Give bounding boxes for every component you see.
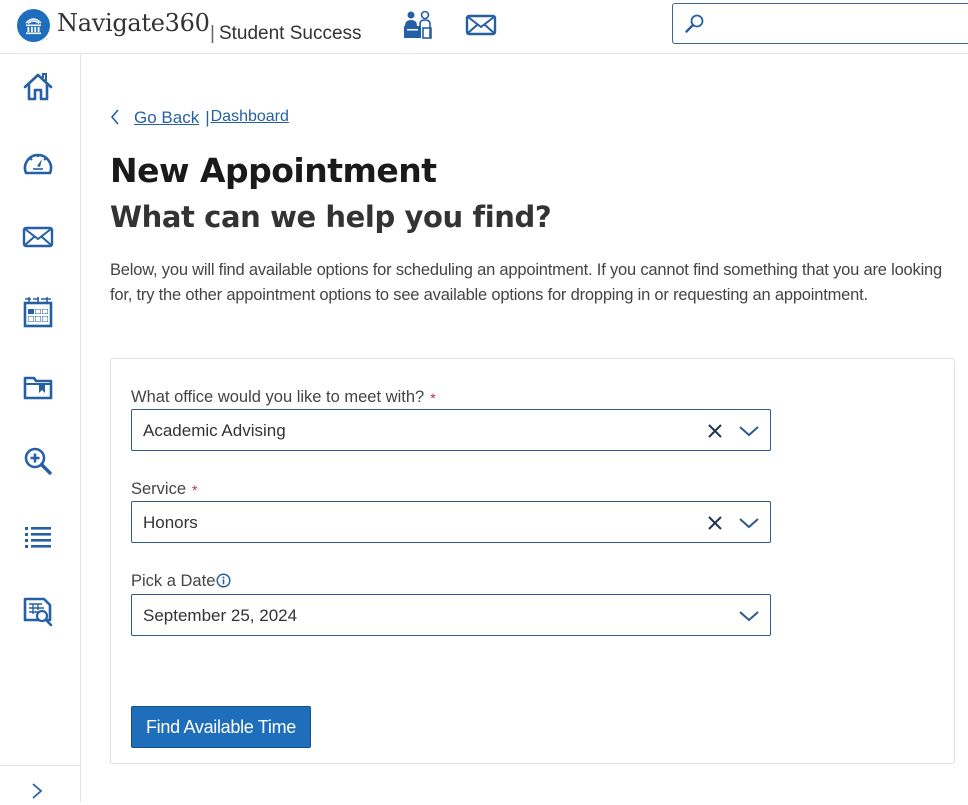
navigate-logo-icon[interactable] (17, 9, 50, 42)
info-icon[interactable] (216, 573, 231, 593)
staff-desk-icon[interactable] (401, 8, 435, 42)
report-search-icon (22, 596, 54, 633)
service-select[interactable]: Honors (131, 501, 771, 543)
appointment-form-card: What office would you like to meet with?… (110, 358, 955, 764)
brand-separator: | (210, 23, 215, 44)
date-label: Pick a Date (131, 572, 231, 593)
brand-sub-text: Student Success (218, 23, 362, 44)
folder-bookmark-icon (22, 373, 54, 406)
envelope-icon (22, 225, 54, 254)
search-field[interactable] (672, 3, 968, 44)
chevron-down-icon[interactable] (738, 423, 760, 439)
date-picker[interactable]: September 25, 2024 (131, 594, 771, 636)
sidebar-divider (0, 765, 80, 766)
clear-office-icon[interactable] (706, 422, 724, 440)
sidebar-item-lists[interactable] (19, 520, 57, 558)
breadcrumb-separator: | (205, 108, 210, 127)
chevron-right-icon (31, 782, 43, 805)
brand-subtitle: | Student Success (210, 23, 362, 45)
sidebar-item-dashboard[interactable] (19, 146, 57, 184)
chevron-down-icon[interactable] (738, 515, 760, 531)
search-icon (683, 12, 707, 41)
clear-service-icon[interactable] (706, 514, 724, 532)
find-available-time-button[interactable]: Find Available Time (131, 706, 311, 748)
go-back-link[interactable]: Go Back (134, 108, 199, 128)
sidebar-item-reports[interactable] (19, 595, 57, 633)
zoom-in-icon (23, 446, 53, 481)
office-label: What office would you like to meet with?… (131, 388, 436, 407)
list-icon (23, 524, 53, 555)
sidebar-item-home[interactable] (19, 70, 57, 108)
sidebar-item-calendar[interactable] (19, 295, 57, 333)
brand-name: Navigate360 (57, 9, 210, 37)
office-select-value: Academic Advising (143, 421, 286, 440)
service-label: Service * (131, 480, 197, 499)
date-label-text: Pick a Date (131, 572, 216, 590)
office-select[interactable]: Academic Advising (131, 409, 771, 451)
breadcrumb: Go Back | Dashboard (110, 107, 289, 128)
top-bar: Navigate360 | Student Success (0, 0, 968, 54)
sidebar-item-search[interactable] (19, 444, 57, 482)
chevron-down-icon[interactable] (738, 608, 760, 624)
office-label-text: What office would you like to meet with? (131, 388, 425, 406)
home-icon (22, 72, 54, 107)
required-marker: * (430, 390, 436, 406)
sidebar-expand-button[interactable] (26, 782, 48, 804)
mail-icon[interactable] (464, 8, 498, 42)
date-picker-value: September 25, 2024 (143, 606, 298, 625)
required-marker: * (192, 482, 198, 498)
sidebar (0, 54, 81, 802)
sidebar-item-documents[interactable] (19, 370, 57, 408)
service-select-value: Honors (143, 513, 198, 532)
main-content: Go Back | Dashboard New Appointment What… (82, 54, 968, 802)
page-subtitle: What can we help you find? (110, 200, 552, 234)
calendar-icon (22, 296, 54, 333)
search-input[interactable] (713, 10, 963, 38)
sidebar-item-messages[interactable] (19, 220, 57, 258)
service-label-text: Service (131, 480, 187, 498)
dashboard-link[interactable]: Dashboard (211, 108, 289, 126)
chevron-left-icon[interactable] (110, 109, 120, 125)
intro-text: Below, you will find available options f… (110, 261, 942, 304)
gauge-icon (22, 149, 54, 182)
page-title: New Appointment (110, 151, 437, 190)
